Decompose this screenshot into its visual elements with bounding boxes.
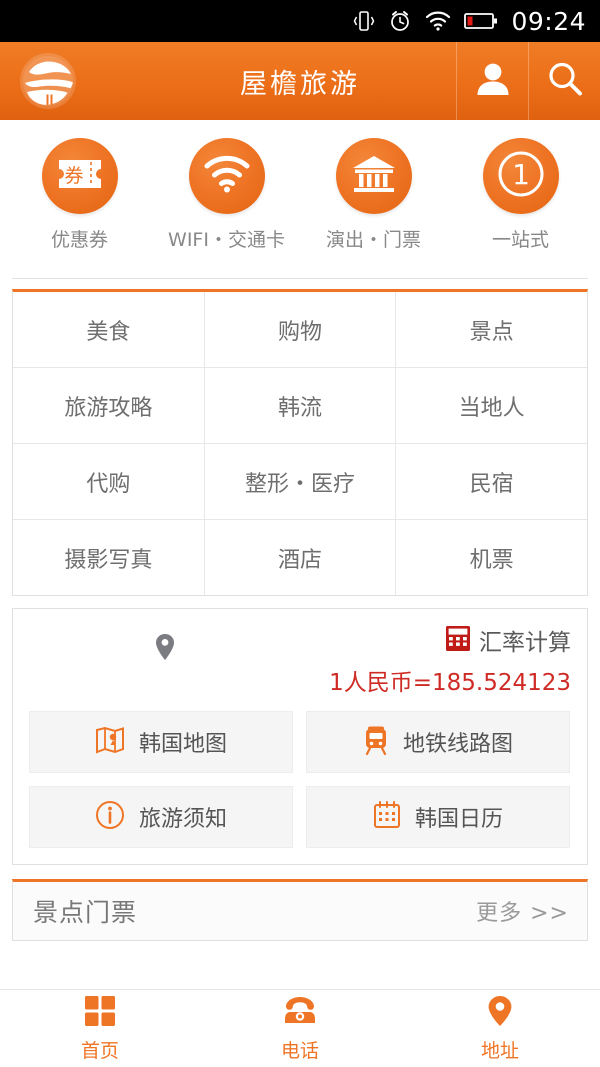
quick-action-circle: 1 — [482, 138, 559, 214]
category-cell[interactable]: 民宿 — [396, 444, 587, 519]
exchange-rate-title: 汇率计算 — [479, 630, 571, 656]
info-circle-icon — [95, 800, 125, 834]
folded-map-icon — [95, 726, 125, 758]
calendar-icon — [373, 800, 401, 834]
wifi-icon — [425, 10, 451, 32]
korea-map-button[interactable]: 韩国地图 — [29, 711, 293, 773]
category-cell[interactable]: 景点 — [396, 292, 587, 367]
tool-buttons: 韩国地图 地铁线路图 旅游须知 韩国日历 — [29, 711, 571, 848]
app-header: 屋檐旅游 — [0, 42, 600, 120]
wifi-icon — [204, 154, 250, 198]
category-cell[interactable]: 韩流 — [205, 368, 397, 443]
quick-action-show-ticket[interactable]: 演出・门票 — [300, 138, 447, 252]
search-button[interactable] — [528, 42, 600, 120]
telephone-icon — [282, 995, 318, 1031]
app-screen: 09:24 屋檐旅游 券 优惠券 WIFI・交通卡 演出・门票 1 一站式 美食… — [0, 0, 600, 1067]
tool-button-label: 地铁线路图 — [402, 732, 513, 757]
category-grid: 美食 购物 景点 旅游攻略 韩流 当地人 代购 整形・医疗 民宿 摄影写真 酒店… — [12, 289, 588, 596]
category-cell[interactable]: 美食 — [13, 292, 205, 367]
category-cell[interactable]: 整形・医疗 — [205, 444, 397, 519]
vibrate-icon — [353, 9, 375, 33]
section-title: 景点门票 — [33, 898, 138, 927]
tab-label: 地址 — [480, 1039, 519, 1062]
coupon-ticket-icon: 券 — [57, 156, 103, 196]
grid-row: 摄影写真 酒店 机票 — [13, 520, 587, 595]
quick-action-label: 优惠券 — [50, 229, 108, 251]
category-cell[interactable]: 机票 — [396, 520, 587, 595]
attraction-ticket-section[interactable]: 景点门票 更多 >> — [12, 879, 588, 941]
alarm-icon — [388, 9, 412, 33]
map-pin-icon — [487, 995, 513, 1031]
quick-action-circle — [335, 138, 412, 214]
quick-action-circle: 券 — [41, 138, 118, 214]
exchange-rate-header: 汇率计算 — [445, 623, 571, 657]
category-cell[interactable]: 酒店 — [205, 520, 397, 595]
travel-notice-button[interactable]: 旅游须知 — [29, 786, 293, 848]
calculator-icon — [445, 625, 471, 656]
tools-card: 汇率计算 1人民币=185.524123 韩国地图 地铁线路图 旅游须知 韩国日… — [12, 608, 588, 865]
grid-row: 旅游攻略 韩流 当地人 — [13, 368, 587, 444]
header-actions — [456, 42, 600, 120]
tool-button-label: 韩国地图 — [138, 732, 227, 757]
tool-button-label: 韩国日历 — [414, 807, 503, 832]
section-more-link[interactable]: 更多 >> — [476, 895, 569, 927]
tab-address[interactable]: 地址 — [400, 990, 600, 1067]
grid-squares-icon — [84, 995, 116, 1031]
quick-action-label: 一站式 — [491, 229, 549, 251]
account-button[interactable] — [456, 42, 528, 120]
quick-action-coupon[interactable]: 券 优惠券 — [6, 138, 153, 252]
search-icon — [546, 60, 584, 102]
category-cell[interactable]: 购物 — [205, 292, 397, 367]
korea-calendar-button[interactable]: 韩国日历 — [306, 786, 570, 848]
quick-action-label: 演出・门票 — [325, 229, 421, 251]
exchange-rate-area[interactable]: 汇率计算 1人民币=185.524123 — [300, 623, 571, 697]
category-cell[interactable]: 摄影写真 — [13, 520, 205, 595]
tab-phone[interactable]: 电话 — [200, 990, 400, 1067]
svg-text:1: 1 — [512, 158, 530, 191]
quick-actions-row: 券 优惠券 WIFI・交通卡 演出・门票 1 一站式 — [0, 120, 600, 270]
museum-building-icon — [351, 153, 397, 199]
tab-home[interactable]: 首页 — [0, 990, 200, 1067]
quick-action-circle — [188, 138, 265, 214]
tab-label: 首页 — [80, 1039, 119, 1062]
subway-train-icon — [363, 725, 389, 759]
app-logo[interactable] — [0, 50, 96, 112]
battery-low-icon — [464, 11, 498, 31]
grid-row: 代购 整形・医疗 民宿 — [13, 444, 587, 520]
category-cell[interactable]: 代购 — [13, 444, 205, 519]
number-one-circle-icon: 1 — [494, 147, 548, 205]
map-pin-icon — [155, 633, 175, 665]
tools-card-top: 汇率计算 1人民币=185.524123 — [29, 623, 571, 697]
exchange-rate-value: 1人民币=185.524123 — [329, 670, 571, 696]
divider — [12, 278, 588, 279]
tool-button-label: 旅游须知 — [138, 807, 227, 832]
status-bar: 09:24 — [0, 0, 600, 42]
subway-map-button[interactable]: 地铁线路图 — [306, 711, 570, 773]
grid-row: 美食 购物 景点 — [13, 292, 587, 368]
quick-action-label: WIFI・交通卡 — [168, 229, 285, 251]
quick-action-one-stop[interactable]: 1 一站式 — [447, 138, 594, 252]
location-area[interactable] — [29, 623, 300, 697]
tab-label: 电话 — [280, 1039, 319, 1062]
quick-action-wifi-transport[interactable]: WIFI・交通卡 — [153, 138, 300, 252]
svg-text:券: 券 — [64, 165, 83, 187]
category-cell[interactable]: 旅游攻略 — [13, 368, 205, 443]
person-icon — [476, 61, 510, 101]
status-time: 09:24 — [511, 6, 586, 36]
category-cell[interactable]: 当地人 — [396, 368, 587, 443]
bottom-tab-bar: 首页 电话 地址 — [0, 989, 600, 1067]
